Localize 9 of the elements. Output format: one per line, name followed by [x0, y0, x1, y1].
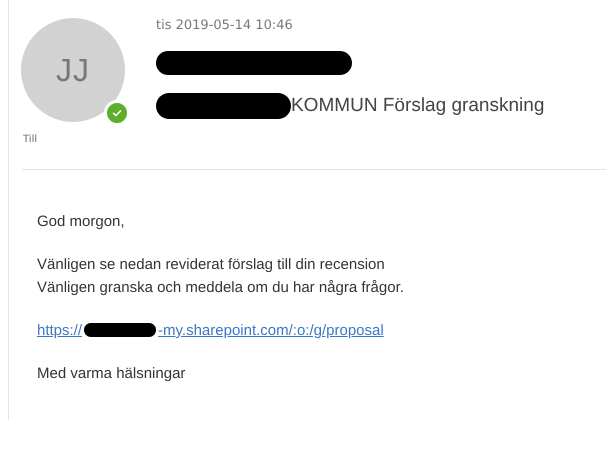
body-text: Med varma hälsningar: [37, 364, 186, 384]
body-text: Vänligen se nedan reviderat förslag till din recension: [37, 255, 386, 275]
body-text: God morgon,: [37, 212, 126, 232]
link[interactable]: https:// -my.sharepoint.com/:o:/g/proposal: [37, 322, 384, 339]
message-subject: KOMMUN Förslag granskning: [291, 95, 544, 117]
to-label: Till: [23, 134, 38, 145]
message-date: tis 2019-05-14 10:46: [156, 18, 294, 33]
body-text: Vänligen granska och meddela om du har några frågor.: [37, 278, 405, 298]
avatar-initials: JJ: [56, 52, 90, 88]
